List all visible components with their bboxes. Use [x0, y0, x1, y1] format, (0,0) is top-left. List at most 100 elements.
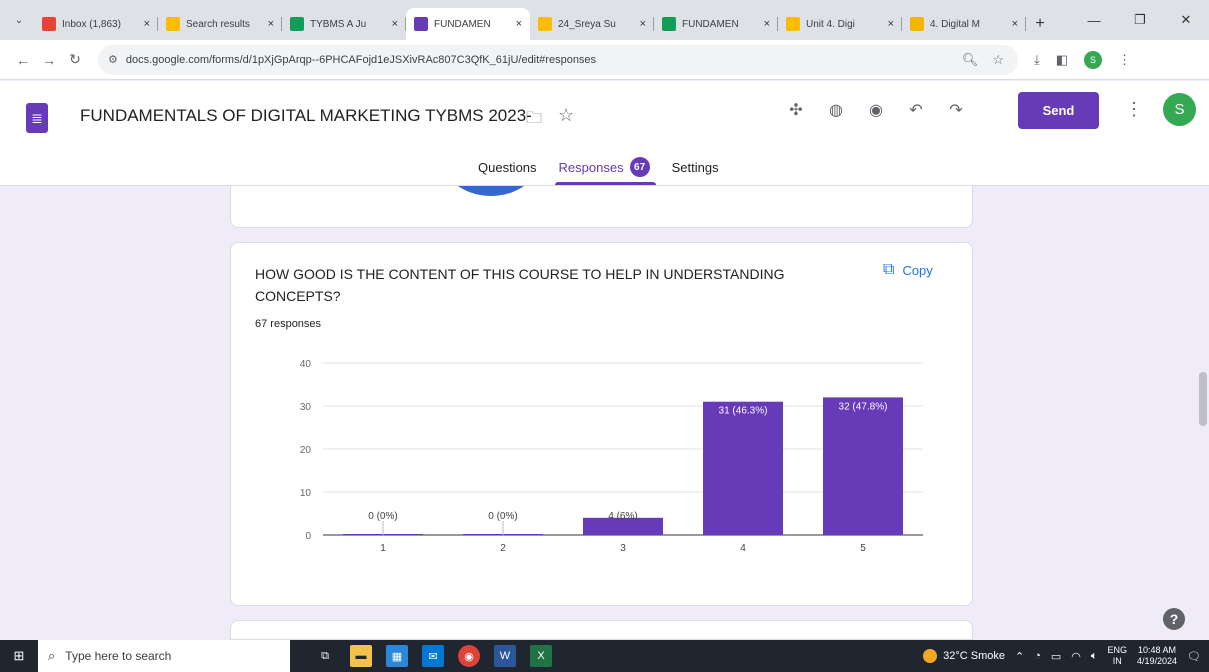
tab-close-icon[interactable]: × — [888, 18, 894, 30]
addon-puzzle-icon[interactable]: ✣ — [785, 99, 807, 121]
folder-icon[interactable]: 🗀 — [526, 107, 542, 134]
forms-logo-icon[interactable]: ≣ — [26, 103, 48, 133]
previous-question-card — [230, 186, 973, 228]
file-explorer-icon[interactable]: ▬ — [350, 645, 372, 667]
reload-icon[interactable]: ↻ — [62, 51, 88, 68]
taskbar-search-box[interactable]: ⌕ Type here to search — [38, 640, 290, 672]
tray-chevron-icon[interactable]: ⌃ — [1015, 650, 1024, 663]
tab-close-icon[interactable]: × — [516, 18, 522, 30]
tab-questions[interactable]: Questions — [478, 157, 537, 185]
tab-close-icon[interactable]: × — [268, 18, 274, 30]
browser-tab[interactable]: TYBMS A Ju × — [282, 8, 406, 40]
help-icon[interactable]: ? — [1163, 608, 1185, 630]
address-bar: ← → ↻ ⚙ docs.google.com/forms/d/1pXjGpAr… — [0, 40, 1209, 80]
word-icon[interactable]: W — [494, 645, 516, 667]
browser-tab-title: 4. Digital M — [930, 18, 981, 30]
palette-icon[interactable]: ◍ — [825, 99, 847, 121]
volume-icon[interactable]: 🔈︎ — [1091, 650, 1098, 663]
taskbar-search-placeholder: Type here to search — [65, 649, 172, 663]
browser-menu-icon[interactable]: ⋮ — [1118, 52, 1131, 68]
url-omnibox[interactable]: ⚙ docs.google.com/forms/d/1pXjGpArqp--6P… — [98, 44, 1018, 75]
browser-tab-title: Inbox (1,863) — [62, 18, 121, 30]
next-question-card — [230, 620, 973, 640]
avatar[interactable]: S — [1163, 93, 1196, 126]
question-summary-card: HOW GOOD IS THE CONTENT OF THIS COURSE T… — [230, 242, 973, 606]
browser-tab[interactable]: FUNDAMEN × — [654, 8, 778, 40]
browser-tab-title: FUNDAMEN — [682, 18, 739, 30]
sidepanel-icon[interactable]: ◧ — [1056, 52, 1068, 68]
tab-close-icon[interactable]: × — [1012, 18, 1018, 30]
tab-separator — [1025, 17, 1026, 31]
forward-icon[interactable]: → — [36, 52, 62, 68]
browser-tab[interactable]: FUNDAMEN × — [406, 8, 530, 40]
pie-chart-remnant — [436, 186, 546, 196]
y-tick-label: 30 — [300, 402, 312, 413]
copy-chart-button[interactable]: ⧉ Copy — [883, 261, 933, 279]
site-info-icon[interactable]: ⚙ — [108, 53, 118, 66]
tab-close-icon[interactable]: × — [764, 18, 770, 30]
mail-icon[interactable]: ✉ — [422, 645, 444, 667]
responses-count: 67 responses — [255, 318, 322, 330]
data-label: 32 (47.8%) — [839, 401, 888, 412]
tab-close-icon[interactable]: × — [144, 18, 150, 30]
tab-responses[interactable]: Responses 67 — [554, 157, 656, 185]
preview-eye-icon[interactable]: ◉ — [865, 99, 887, 121]
weather-widget[interactable]: 32°C Smoke — [923, 649, 1005, 663]
browser-tab[interactable]: Unit 4. Digi × — [778, 8, 902, 40]
zoom-icon[interactable]: 🔍︎ — [962, 52, 979, 68]
task-view-icon[interactable]: ⧉ — [314, 645, 336, 667]
data-label: 31 (46.3%) — [719, 406, 768, 417]
drive-icon — [538, 17, 552, 31]
forms-header: ≣ FUNDAMENTALS OF DIGITAL MARKETING TYBM… — [0, 81, 1209, 186]
windows-taskbar: ⊞ ⌕ Type here to search ⧉ ▬ ▦ ✉ ◉ W X 32… — [0, 640, 1209, 672]
tab-search-chevron-icon[interactable]: ⌄ — [4, 0, 34, 40]
browser-tab[interactable]: Search results × — [158, 8, 282, 40]
send-button[interactable]: Send — [1018, 92, 1099, 129]
clock[interactable]: 10:48 AM 4/19/2024 — [1137, 645, 1177, 667]
network-icon[interactable]: ◔ — [1034, 650, 1041, 662]
form-title[interactable]: FUNDAMENTALS OF DIGITAL MARKETING TYBMS … — [80, 106, 532, 126]
browser-tab[interactable]: 24_Sreya Su × — [530, 8, 654, 40]
wifi-icon[interactable]: ◠ — [1071, 650, 1081, 663]
more-options-icon[interactable]: ⋮ — [1125, 99, 1143, 120]
browser-tab-title: FUNDAMEN — [434, 18, 491, 30]
tab-settings-label: Settings — [671, 159, 719, 175]
close-window-icon[interactable]: ✕ — [1163, 0, 1209, 40]
browser-tab[interactable]: Inbox (1,863) × — [34, 8, 158, 40]
windows-start-icon[interactable]: ⊞ — [0, 640, 38, 672]
x-tick-label: 1 — [380, 543, 386, 551]
x-tick-label: 5 — [860, 543, 866, 551]
restore-icon[interactable]: ❐ — [1117, 0, 1163, 40]
bookmark-star-icon[interactable]: ☆ — [992, 52, 1004, 68]
browser-tab[interactable]: 4. Digital M × — [902, 8, 1026, 40]
y-tick-label: 20 — [300, 445, 312, 456]
drive-icon — [786, 17, 800, 31]
x-tick-label: 3 — [620, 543, 626, 551]
minimize-icon[interactable]: — — [1071, 0, 1117, 40]
back-icon[interactable]: ← — [10, 52, 36, 68]
drive-icon — [166, 17, 180, 31]
browser-tab-strip: ⌄ Inbox (1,863) × Search results × TYBMS A J… — [0, 0, 1209, 40]
bar-chart: 0 10 20 30 40 0 (0%) 1 0 (0%) 2 4 (6%) 3 31 (46.3%)… — [300, 359, 923, 551]
url-text[interactable]: docs.google.com/forms/d/1pXjGpArqp--6PHC… — [126, 54, 962, 66]
store-icon[interactable]: ▦ — [386, 645, 408, 667]
tab-settings[interactable]: Settings — [672, 157, 719, 185]
battery-icon[interactable]: ▭ — [1051, 650, 1061, 663]
new-tab-button[interactable]: + — [1026, 8, 1054, 40]
language-indicator[interactable]: ENG IN — [1107, 645, 1127, 667]
undo-icon[interactable]: ↶ — [905, 99, 927, 121]
tab-close-icon[interactable]: × — [640, 18, 646, 30]
clock-date: 4/19/2024 — [1136, 656, 1178, 666]
download-icon[interactable]: ⤓ — [1034, 52, 1040, 68]
page-scrollbar[interactable] — [1199, 372, 1207, 426]
redo-icon[interactable]: ↷ — [945, 99, 967, 121]
star-icon[interactable]: ☆ — [558, 105, 574, 126]
chrome-icon[interactable]: ◉ — [458, 645, 480, 667]
browser-profile-avatar[interactable]: S — [1084, 50, 1103, 69]
tab-close-icon[interactable]: × — [392, 18, 398, 30]
notification-icon[interactable]: 🗨︎ — [1187, 650, 1201, 663]
copy-icon: ⧉ — [883, 261, 895, 278]
x-tick-label: 4 — [740, 543, 746, 551]
excel-icon[interactable]: X — [530, 645, 552, 667]
y-tick-label: 10 — [300, 488, 312, 499]
